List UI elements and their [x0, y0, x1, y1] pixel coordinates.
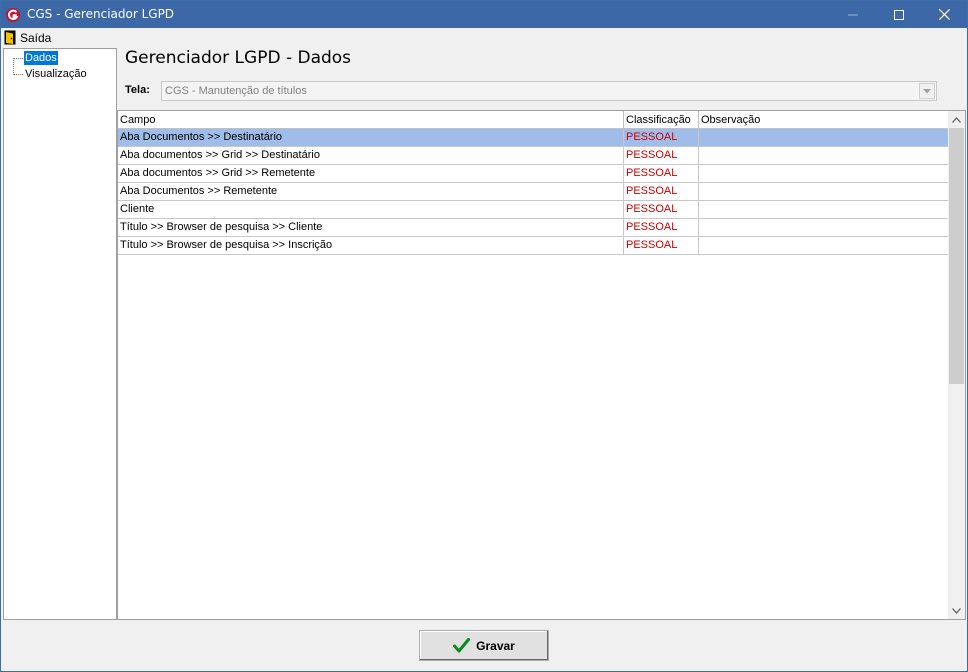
column-header-classificacao[interactable]: Classificação — [624, 111, 699, 129]
minimize-button[interactable] — [830, 1, 876, 28]
save-button[interactable]: Gravar — [419, 630, 549, 661]
tela-select[interactable]: CGS - Manutenção de títulos — [161, 81, 937, 101]
table-row[interactable]: Cliente PESSOAL — [118, 201, 949, 219]
minimize-icon — [848, 14, 858, 15]
navigation-tree: Dados Visualização — [3, 48, 117, 620]
title-bar[interactable]: CGS - Gerenciador LGPD — [1, 1, 967, 28]
maximize-icon — [894, 9, 904, 20]
scrollbar-thumb[interactable] — [949, 128, 964, 384]
main-window: CGS - Gerenciador LGPD Saída Dados Visua… — [0, 0, 968, 672]
data-grid[interactable]: Campo Classificação Observação Aba Docum… — [117, 110, 966, 620]
table-row[interactable]: Aba Documentos >> Destinatário PESSOAL — [118, 129, 949, 147]
cell-classificacao[interactable]: PESSOAL — [624, 165, 699, 182]
cell-observacao[interactable] — [699, 147, 949, 164]
tela-label: Tela: — [125, 84, 150, 96]
exit-door-icon — [4, 30, 16, 45]
tela-select-value: CGS - Manutenção de títulos — [165, 85, 307, 97]
column-header-campo[interactable]: Campo — [118, 111, 624, 129]
tree-item-visualizacao[interactable]: Visualização — [24, 67, 88, 81]
cell-campo[interactable]: Aba Documentos >> Destinatário — [118, 129, 624, 146]
cell-campo[interactable]: Aba documentos >> Grid >> Destinatário — [118, 147, 624, 164]
tree-connector — [13, 58, 14, 75]
menu-bar: Saída — [1, 28, 967, 47]
tela-dropdown-button[interactable] — [919, 83, 935, 99]
cell-classificacao[interactable]: PESSOAL — [624, 183, 699, 200]
grid-header: Campo Classificação Observação — [118, 111, 949, 129]
column-header-observacao[interactable]: Observação — [699, 111, 949, 129]
cell-observacao[interactable] — [699, 165, 949, 182]
cell-classificacao[interactable]: PESSOAL — [624, 201, 699, 218]
page-title: Gerenciador LGPD - Dados — [125, 48, 352, 68]
chevron-up-icon — [952, 116, 961, 123]
footer-bar: Gravar — [1, 621, 967, 671]
cell-campo[interactable]: Aba Documentos >> Remetente — [118, 183, 624, 200]
table-row[interactable]: Título >> Browser de pesquisa >> Inscriç… — [118, 237, 949, 255]
cell-observacao[interactable] — [699, 183, 949, 200]
app-logo-icon — [6, 8, 20, 22]
tree-connector — [14, 58, 23, 59]
checkmark-icon — [453, 638, 471, 653]
cell-observacao[interactable] — [699, 201, 949, 218]
save-button-label: Gravar — [476, 638, 515, 653]
cell-classificacao[interactable]: PESSOAL — [624, 237, 699, 254]
table-row[interactable]: Título >> Browser de pesquisa >> Cliente… — [118, 219, 949, 237]
cell-observacao[interactable] — [699, 237, 949, 254]
grid-vertical-scrollbar[interactable] — [948, 111, 965, 619]
cell-campo[interactable]: Título >> Browser de pesquisa >> Cliente — [118, 219, 624, 236]
cell-classificacao[interactable]: PESSOAL — [624, 219, 699, 236]
cell-classificacao[interactable]: PESSOAL — [624, 147, 699, 164]
close-icon — [938, 9, 950, 20]
scroll-down-button[interactable] — [948, 602, 965, 619]
menu-item-label: Saída — [20, 30, 52, 45]
tree-connector — [14, 74, 23, 75]
window-title: CGS - Gerenciador LGPD — [27, 7, 175, 21]
table-row[interactable]: Aba Documentos >> Remetente PESSOAL — [118, 183, 949, 201]
chevron-down-icon — [952, 607, 961, 614]
cell-classificacao[interactable]: PESSOAL — [624, 129, 699, 146]
close-button[interactable] — [921, 1, 967, 28]
menu-item-saida[interactable]: Saída — [4, 29, 51, 46]
tree-item-dados[interactable]: Dados — [23, 50, 59, 66]
cell-observacao[interactable] — [699, 129, 949, 146]
table-row[interactable]: Aba documentos >> Grid >> Destinatário P… — [118, 147, 949, 165]
maximize-button[interactable] — [876, 1, 922, 28]
cell-campo[interactable]: Cliente — [118, 201, 624, 218]
chevron-down-icon — [923, 88, 931, 93]
cell-campo[interactable]: Título >> Browser de pesquisa >> Inscriç… — [118, 237, 624, 254]
table-row[interactable]: Aba documentos >> Grid >> Remetente PESS… — [118, 165, 949, 183]
cell-campo[interactable]: Aba documentos >> Grid >> Remetente — [118, 165, 624, 182]
cell-observacao[interactable] — [699, 219, 949, 236]
scroll-up-button[interactable] — [948, 111, 965, 128]
